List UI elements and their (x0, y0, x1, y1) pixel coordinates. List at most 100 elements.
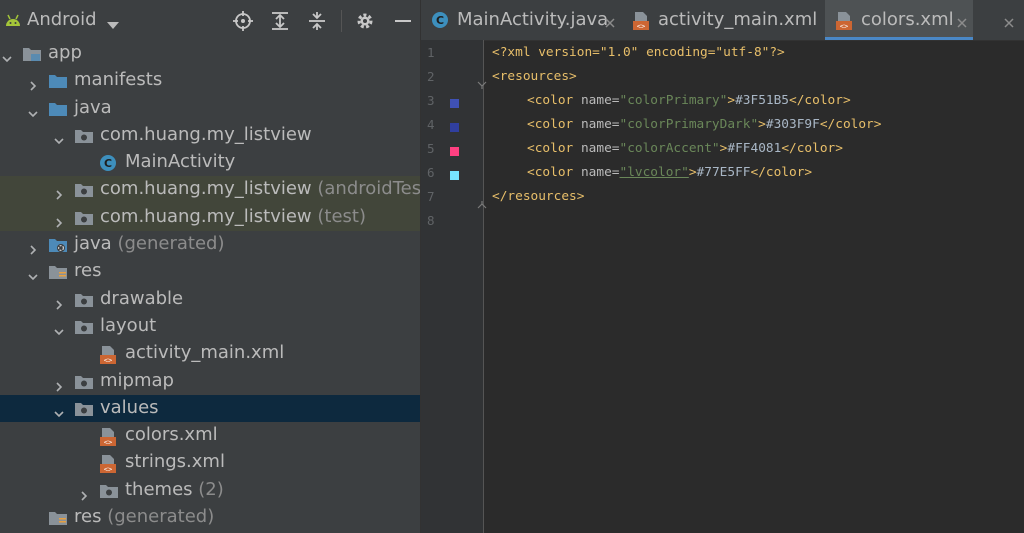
line-number: 1 (427, 45, 435, 60)
package-icon (74, 291, 93, 309)
chevron-down-icon[interactable] (28, 267, 38, 281)
expand-all-icon[interactable] (270, 11, 290, 31)
node-name: com.huang.my_listview (100, 205, 312, 227)
editor-gutter: 1 2 3 4 5 6 7 8 (421, 40, 487, 533)
color-open-tag: <color (527, 165, 574, 180)
fold-marker-icon[interactable] (477, 195, 487, 209)
chevron-right-icon[interactable] (54, 377, 64, 392)
hide-panel-icon[interactable] (393, 11, 413, 31)
chevron-down-icon[interactable] (54, 131, 64, 145)
close-icon[interactable] (1003, 14, 1015, 28)
chevron-down-icon[interactable] (2, 49, 12, 63)
code-line: </resources> (492, 189, 584, 204)
color-hex-value: #77E5FF (696, 165, 751, 180)
tree-node-label: activity_main.xml (125, 342, 284, 363)
chevron-right-icon[interactable] (28, 76, 38, 91)
xml-file-icon: <> (632, 11, 650, 35)
locate-crosshair-icon[interactable] (233, 11, 253, 31)
package-icon (74, 373, 93, 391)
tree-node-java[interactable]: java (0, 95, 420, 122)
tab-colors-xml[interactable]: <> colors.xml (825, 0, 973, 40)
gear-icon[interactable] (355, 11, 375, 31)
tree-node-label: com.huang.my_listview (androidTest) (100, 178, 420, 199)
project-panel-header: Android (0, 0, 420, 40)
line-number: 3 (427, 93, 435, 108)
tab-label: colors.xml (861, 9, 954, 30)
tree-node-res[interactable]: res (0, 258, 420, 285)
tree-node-colors-xml[interactable]: <> colors.xml (0, 422, 420, 449)
folder-icon (48, 72, 67, 90)
color-hex-value: #FF4081 (727, 141, 782, 156)
toolbar-divider (341, 10, 342, 32)
node-suffix: (test) (317, 205, 366, 227)
tree-node-com-huang-my-listview[interactable]: com.huang.my_listview (0, 122, 420, 149)
tree-node-com-huang-my-listview[interactable]: com.huang.my_listview (androidTest) (0, 176, 420, 204)
tree-node-values[interactable]: values (0, 394, 420, 423)
chevron-right-icon[interactable] (79, 486, 89, 501)
resources-open-tag: <resources> (492, 69, 577, 84)
project-view-selector[interactable]: Android (27, 9, 97, 30)
tab-mainactivity-java[interactable]: C MainActivity.java (421, 0, 621, 40)
chevron-down-icon[interactable] (54, 404, 64, 417)
tree-node-manifests[interactable]: manifests (0, 67, 420, 94)
node-name: values (100, 396, 159, 418)
tree-node-label: res (generated) (74, 506, 214, 527)
color-swatch[interactable] (450, 123, 459, 132)
color-open-tag: <color (527, 141, 574, 156)
tree-node-java[interactable]: java (generated) (0, 231, 420, 258)
package-icon (99, 482, 118, 500)
tree-node-mipmap[interactable]: mipmap (0, 368, 420, 395)
color-swatch[interactable] (450, 99, 459, 108)
chevron-down-icon[interactable] (107, 15, 119, 34)
tab-activity-main-xml[interactable]: <> activity_main.xml (622, 0, 1014, 40)
collapse-all-icon[interactable] (307, 11, 327, 31)
color-swatch[interactable] (450, 147, 459, 156)
tree-node-com-huang-my-listview[interactable]: com.huang.my_listview (test) (0, 203, 420, 232)
chevron-down-icon[interactable] (28, 104, 38, 117)
node-suffix: (generated) (107, 506, 215, 528)
tree-node-activity-main-xml[interactable]: <> activity_main.xml (0, 340, 420, 367)
tree-node-themes[interactable]: themes (2) (0, 477, 420, 504)
chevron-right-icon[interactable] (28, 240, 38, 255)
tree-node-drawable[interactable]: drawable (0, 286, 420, 313)
color-swatch[interactable] (450, 171, 459, 180)
line-number: 7 (427, 189, 435, 204)
node-name: res (74, 260, 102, 282)
tree-node-label: java (generated) (74, 233, 224, 254)
code-line: <color name="lvcolor">#77E5FF</color> (527, 165, 812, 180)
svg-text:<>: <> (637, 23, 645, 31)
color-name-value: "colorPrimary" (619, 93, 728, 108)
tree-node-res[interactable]: res (generated) (0, 504, 420, 531)
node-name: MainActivity (125, 151, 236, 173)
chevron-down-icon[interactable] (54, 322, 64, 336)
chevron-right-icon[interactable] (54, 185, 64, 201)
chevron-right-icon[interactable] (54, 213, 64, 228)
tree-node-layout[interactable]: layout (0, 313, 420, 340)
package-icon (74, 127, 93, 145)
tree-node-strings-xml[interactable]: <> strings.xml (0, 449, 420, 476)
code-line: <color name="colorAccent">#FF4081</color… (527, 141, 843, 156)
editor-area: C MainActivity.java <> activity_main.xml <> c… (421, 0, 1024, 533)
color-name-value: "colorPrimaryDark" (619, 117, 759, 132)
tree-node-label: drawable (100, 288, 183, 309)
close-icon[interactable] (956, 14, 968, 28)
node-name: manifests (74, 69, 163, 91)
project-panel: Android app manifests java com.huang.my_… (0, 0, 421, 533)
xml-file-icon: <> (99, 454, 117, 474)
xml-file-icon: <> (835, 11, 853, 35)
project-tree: app manifests java com.huang.my_listview C Ma… (0, 40, 420, 531)
tree-node-mainactivity[interactable]: C MainActivity (0, 149, 420, 176)
java-class-icon: C (99, 154, 117, 172)
node-name: java (74, 96, 112, 118)
name-attribute: name= (580, 117, 620, 132)
node-name: app (48, 42, 82, 63)
close-icon[interactable] (604, 14, 616, 28)
chevron-right-icon[interactable] (54, 295, 64, 310)
fold-marker-icon[interactable] (477, 75, 487, 89)
generated-folder-icon (48, 236, 67, 254)
tree-node-label: java (74, 97, 112, 118)
java-class-icon: C (431, 11, 449, 33)
tree-node-label: values (100, 397, 159, 418)
tree-node-app[interactable]: app (0, 40, 420, 67)
tree-node-label: app (48, 42, 82, 63)
